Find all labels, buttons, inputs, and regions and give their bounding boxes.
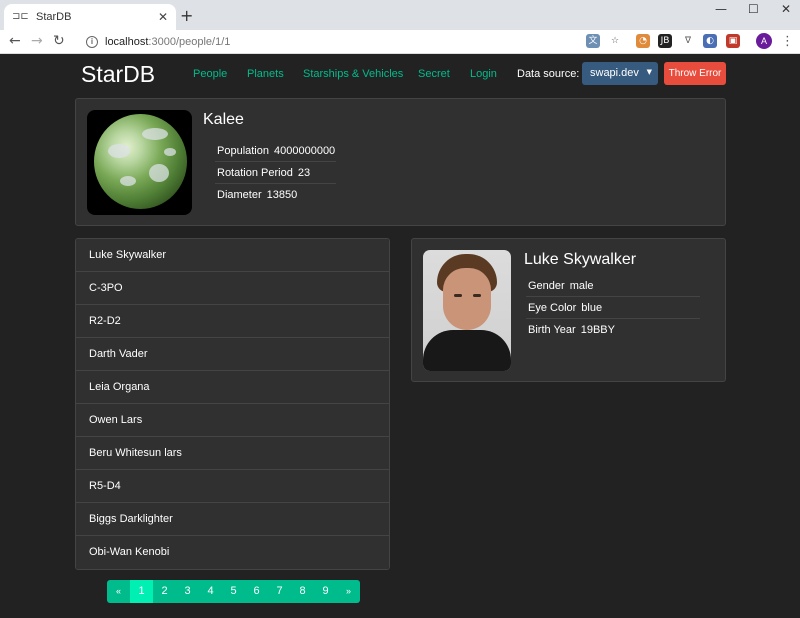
person-name: Luke Skywalker (524, 251, 637, 268)
browser-tab[interactable]: ⊐⊏ StarDB ✕ (4, 4, 176, 30)
vue-extension-icon[interactable]: ∇ (681, 34, 695, 48)
list-item[interactable]: Luke Skywalker (76, 239, 389, 272)
extension-icon-2[interactable]: ◐ (703, 34, 717, 48)
new-tab-icon[interactable]: + (180, 6, 193, 25)
page-link-7[interactable]: 7 (268, 580, 291, 603)
pagination: « 1 2 3 4 5 6 7 8 9 » (107, 580, 360, 603)
page-link-6[interactable]: 6 (245, 580, 268, 603)
extension-icon[interactable]: ◔ (636, 34, 650, 48)
page-link-1[interactable]: 1 (130, 580, 153, 603)
planet-detail-row: Diameter 13850 (217, 189, 298, 201)
planet-detail-row: Rotation Period 23 (215, 162, 336, 184)
bookmark-star-icon[interactable]: ☆ (608, 34, 622, 48)
list-item[interactable]: Beru Whitesun lars (76, 437, 389, 470)
tab-title: StarDB (36, 11, 72, 23)
people-list: Luke Skywalker C-3PO R2-D2 Darth Vader L… (75, 238, 390, 570)
translate-icon[interactable]: 文 (586, 34, 600, 48)
list-item[interactable]: Biggs Darklighter (76, 503, 389, 536)
random-planet-card: Kalee Population 4000000000 Rotation Peri… (75, 98, 726, 226)
data-source-value: swapi.dev (590, 67, 639, 79)
planet-details: Population 4000000000 Rotation Period 23 D… (215, 140, 336, 206)
person-detail-row: Gender male (526, 275, 700, 297)
maximize-icon[interactable]: ☐ (748, 2, 759, 16)
pagination-next[interactable]: » (337, 580, 360, 603)
back-icon[interactable]: ← (9, 33, 21, 49)
page-favicon-icon: ⊐⊏ (12, 11, 29, 22)
nav-link-starships[interactable]: Starships & Vehicles (303, 68, 403, 80)
page-link-5[interactable]: 5 (222, 580, 245, 603)
browser-tab-strip: ⊐⊏ StarDB ✕ + — ☐ ✕ (0, 0, 800, 30)
person-detail-row: Birth Year 19BBY (528, 324, 615, 336)
nav-link-planets[interactable]: Planets (247, 68, 284, 80)
url-text: localhost:3000/people/1/1 (105, 36, 231, 48)
data-source-select[interactable]: swapi.dev ▼ (582, 62, 658, 85)
app-logo[interactable]: StarDB (81, 61, 155, 88)
extension-icon-3[interactable]: ▣ (726, 34, 740, 48)
browser-menu-icon[interactable]: ⋮ (781, 34, 794, 49)
dropdown-caret-icon: ▼ (646, 68, 652, 76)
app-header: StarDB People Planets Starships & Vehicl… (0, 54, 800, 94)
list-item[interactable]: R2-D2 (76, 305, 389, 338)
page-link-9[interactable]: 9 (314, 580, 337, 603)
window-close-icon[interactable]: ✕ (781, 2, 791, 16)
page-link-8[interactable]: 8 (291, 580, 314, 603)
list-item[interactable]: Darth Vader (76, 338, 389, 371)
address-bar[interactable]: i localhost:3000/people/1/1 (78, 32, 626, 52)
planet-name: Kalee (203, 111, 244, 128)
minimize-icon[interactable]: — (715, 2, 727, 16)
page-link-2[interactable]: 2 (153, 580, 176, 603)
data-source-label: Data source: (517, 68, 580, 80)
nav-link-login[interactable]: Login (470, 68, 497, 80)
jetbrains-extension-icon[interactable]: JB (658, 34, 672, 48)
list-item[interactable]: Owen Lars (76, 404, 389, 437)
forward-icon[interactable]: → (31, 33, 43, 49)
throw-error-button[interactable]: Throw Error (664, 62, 726, 85)
person-image (423, 250, 511, 371)
browser-toolbar: ← → ↻ i localhost:3000/people/1/1 文 ☆ ◔ … (0, 30, 800, 54)
person-details-card: Luke Skywalker Gender male Eye Color blue … (411, 238, 726, 382)
nav-link-secret[interactable]: Secret (418, 68, 450, 80)
person-details: Gender male Eye Color blue Birth Year 19BBY (526, 275, 700, 341)
list-item[interactable]: Obi-Wan Kenobi (76, 536, 389, 569)
pagination-prev[interactable]: « (107, 580, 130, 603)
list-item[interactable]: Leia Organa (76, 371, 389, 404)
list-item[interactable]: C-3PO (76, 272, 389, 305)
profile-avatar[interactable]: A (756, 33, 772, 49)
close-tab-icon[interactable]: ✕ (158, 10, 168, 24)
nav-link-people[interactable]: People (193, 68, 227, 80)
reload-icon[interactable]: ↻ (53, 33, 65, 49)
planet-image (87, 110, 192, 215)
page-link-3[interactable]: 3 (176, 580, 199, 603)
planet-detail-row: Population 4000000000 (215, 140, 336, 162)
site-info-icon[interactable]: i (86, 36, 98, 48)
list-item[interactable]: R5-D4 (76, 470, 389, 503)
page-link-4[interactable]: 4 (199, 580, 222, 603)
person-detail-row: Eye Color blue (526, 297, 700, 319)
